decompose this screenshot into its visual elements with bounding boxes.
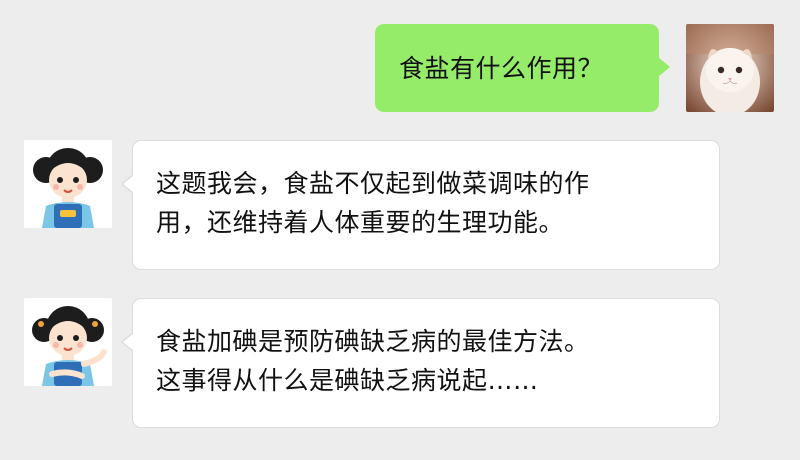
cartoon-girl-avatar — [24, 140, 112, 228]
message-text-line: 食盐加碘是预防碘缺乏病的最佳方法。 — [156, 327, 590, 356]
user-avatar[interactable] — [686, 24, 774, 112]
contact-avatar[interactable] — [24, 140, 112, 228]
message-bubble-contact[interactable]: 这题我会，食盐不仅起到做菜调味的作 用，还维持着人体重要的生理功能。 — [121, 140, 720, 270]
message-text-line: 食盐有什么作用？ — [399, 54, 604, 83]
contact-avatar[interactable] — [24, 298, 112, 386]
cartoon-girl-avatar — [24, 298, 112, 386]
message-bubble-self[interactable]: 食盐有什么作用？ — [375, 24, 670, 112]
message-text-line: 用，还维持着人体重要的生理功能。 — [156, 208, 565, 237]
chat-area: 食盐有什么作用？ 这题我会，食盐不仅起到做菜调味的作 用，还维持着人体重要的生理… — [0, 0, 800, 460]
message-text-line: 这事得从什么是碘缺乏病说起…… — [156, 366, 539, 395]
message-text-line: 这题我会，食盐不仅起到做菜调味的作 — [156, 169, 590, 198]
kitten-photo-avatar — [686, 24, 774, 112]
message-bubble-contact[interactable]: 食盐加碘是预防碘缺乏病的最佳方法。 这事得从什么是碘缺乏病说起…… — [121, 298, 720, 428]
